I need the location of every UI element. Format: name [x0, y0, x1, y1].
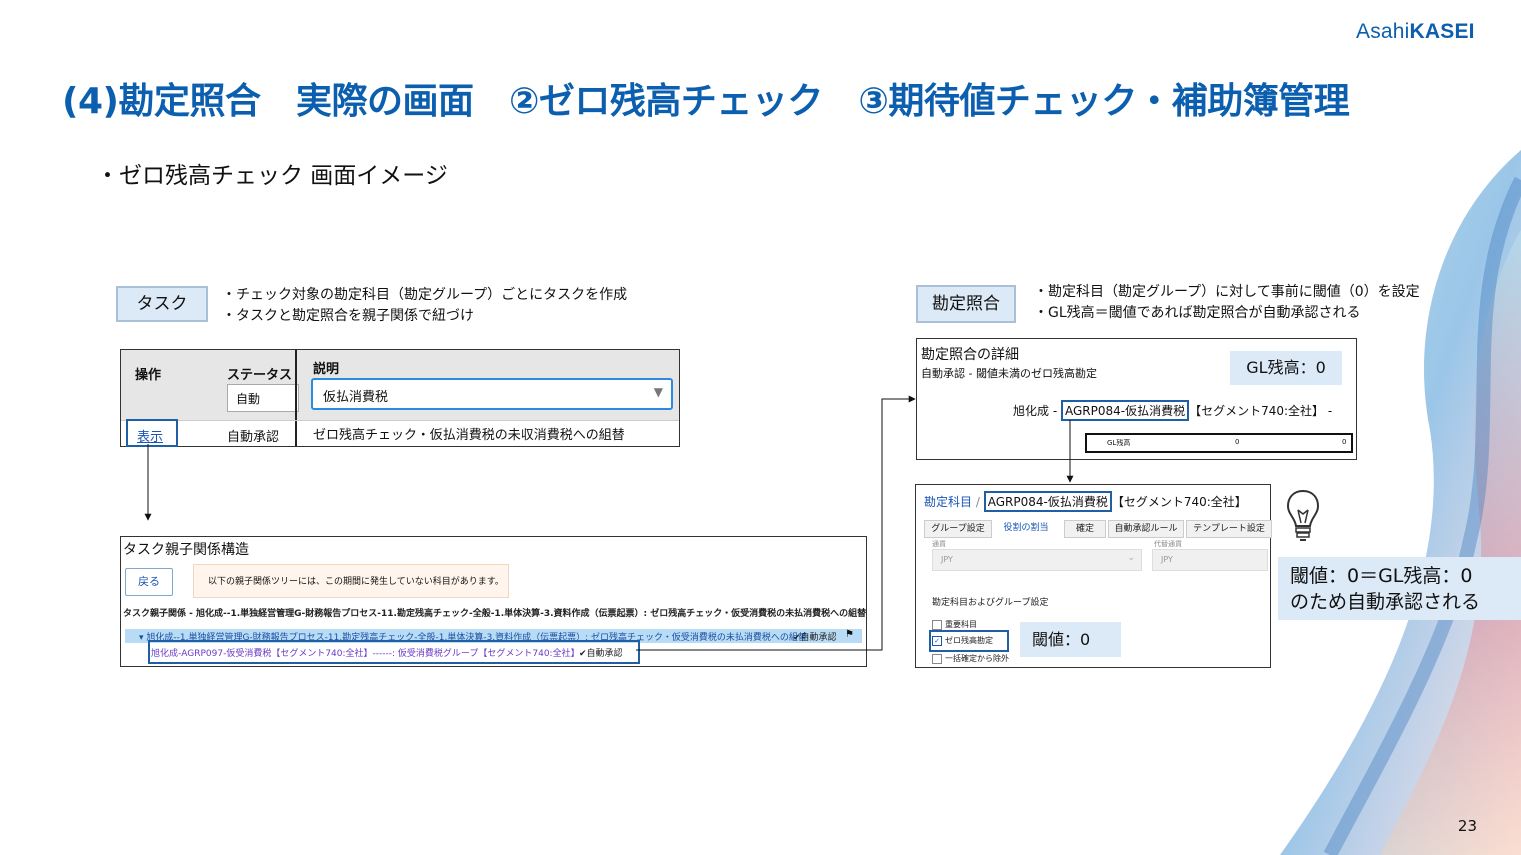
page-number: 23	[1457, 817, 1477, 835]
connector-arrows	[144, 395, 1074, 651]
